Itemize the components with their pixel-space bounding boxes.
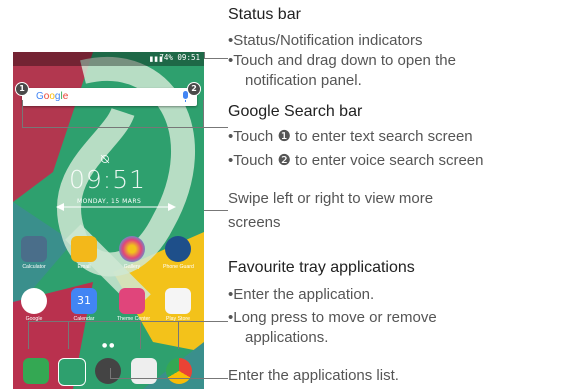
- play-store-icon: [165, 288, 191, 314]
- callout-fav-v1: [28, 321, 29, 349]
- messages-icon[interactable]: [58, 358, 86, 386]
- callout-fav-v4: [178, 321, 179, 349]
- status-bar[interactable]: ▮▮▮ 74% 09:51: [13, 52, 204, 66]
- app-theme-center[interactable]: Theme Center: [117, 288, 150, 322]
- callout-status: [204, 58, 228, 59]
- callout-search-v1: [22, 100, 23, 127]
- favourite-tray: [13, 350, 204, 389]
- callout-applist-v: [110, 368, 111, 378]
- google-folder-icon: [21, 288, 47, 314]
- favourite-description: •Enter the application. •Long press to m…: [228, 285, 437, 348]
- callout-search-h: [22, 127, 228, 128]
- theme-icon: [119, 288, 145, 314]
- camera-icon[interactable]: [131, 358, 157, 384]
- callout-fav-v3: [140, 321, 141, 349]
- alarm-icon: [100, 154, 110, 164]
- badge-one: 1: [15, 82, 29, 96]
- app-label: Calculator: [22, 264, 46, 270]
- app-list-description: Enter the applications list.: [228, 366, 399, 386]
- status-item: •Touch and drag down to open the: [228, 52, 456, 69]
- callout-fav-v2: [68, 321, 69, 349]
- app-label: Gallery: [123, 264, 141, 270]
- heading-favourite-tray: Favourite tray applications: [228, 259, 415, 276]
- callout-swipe: [204, 210, 228, 211]
- email-icon: [71, 236, 97, 262]
- swipe-description: Swipe left or right to view more screens: [228, 189, 433, 233]
- google-search-bar[interactable]: Google: [22, 88, 197, 106]
- calculator-icon: [21, 236, 47, 262]
- callout-status-vert: [204, 52, 205, 58]
- heading-google-search: Google Search bar: [228, 103, 363, 120]
- google-search-description: •Touch ❶ to enter text search screen •To…: [228, 127, 484, 171]
- gallery-icon: [119, 236, 145, 262]
- swipe-arrow-icon: [56, 203, 176, 211]
- search-item: •Touch ❶ to enter text search screen: [228, 128, 473, 145]
- app-label: Email: [77, 264, 91, 270]
- applist-item: Enter the applications list.: [228, 367, 399, 384]
- status-text: 74% 09:51: [159, 53, 200, 62]
- app-play-store[interactable]: Play Store: [163, 288, 193, 322]
- favourite-item: •Enter the application.: [228, 286, 375, 303]
- swipe-item: Swipe left or right to view more: [228, 190, 434, 207]
- status-bar-description: •Status/Notification indicators •Touch a…: [228, 31, 456, 91]
- google-logo: Google: [36, 91, 69, 102]
- heading-status-bar: Status bar: [228, 6, 301, 23]
- app-label: Phone Guard: [163, 264, 194, 270]
- callout-search-v2: [203, 100, 204, 127]
- app-google[interactable]: Google: [19, 288, 49, 322]
- clock: 09:51: [69, 165, 147, 194]
- chrome-icon[interactable]: [166, 358, 192, 384]
- phone-icon[interactable]: [23, 358, 49, 384]
- callout-fav-h: [28, 321, 228, 322]
- app-phone-guard[interactable]: Phone Guard: [163, 236, 194, 270]
- calendar-icon: 31: [71, 288, 97, 314]
- app-gallery[interactable]: Gallery: [117, 236, 147, 270]
- app-email[interactable]: Email: [69, 236, 99, 270]
- search-item: •Touch ❷ to enter voice search screen: [228, 152, 484, 169]
- page-indicator: ● ●: [102, 342, 115, 349]
- status-item: notification panel.: [245, 72, 362, 89]
- app-calculator[interactable]: Calculator: [19, 236, 49, 270]
- swipe-item: screens: [228, 214, 281, 231]
- callout-applist: [110, 378, 228, 379]
- app-calendar[interactable]: 31 Calendar: [69, 288, 99, 322]
- phone-screenshot: ▮▮▮ 74% 09:51 Google 1 2 09:51 MONDAY, 1…: [13, 52, 204, 389]
- favourite-item: applications.: [245, 329, 329, 346]
- shield-icon: [165, 236, 191, 262]
- status-item: •Status/Notification indicators: [228, 32, 423, 49]
- app-drawer-icon[interactable]: [95, 358, 121, 384]
- badge-two: 2: [187, 82, 201, 96]
- favourite-item: •Long press to move or remove: [228, 309, 437, 326]
